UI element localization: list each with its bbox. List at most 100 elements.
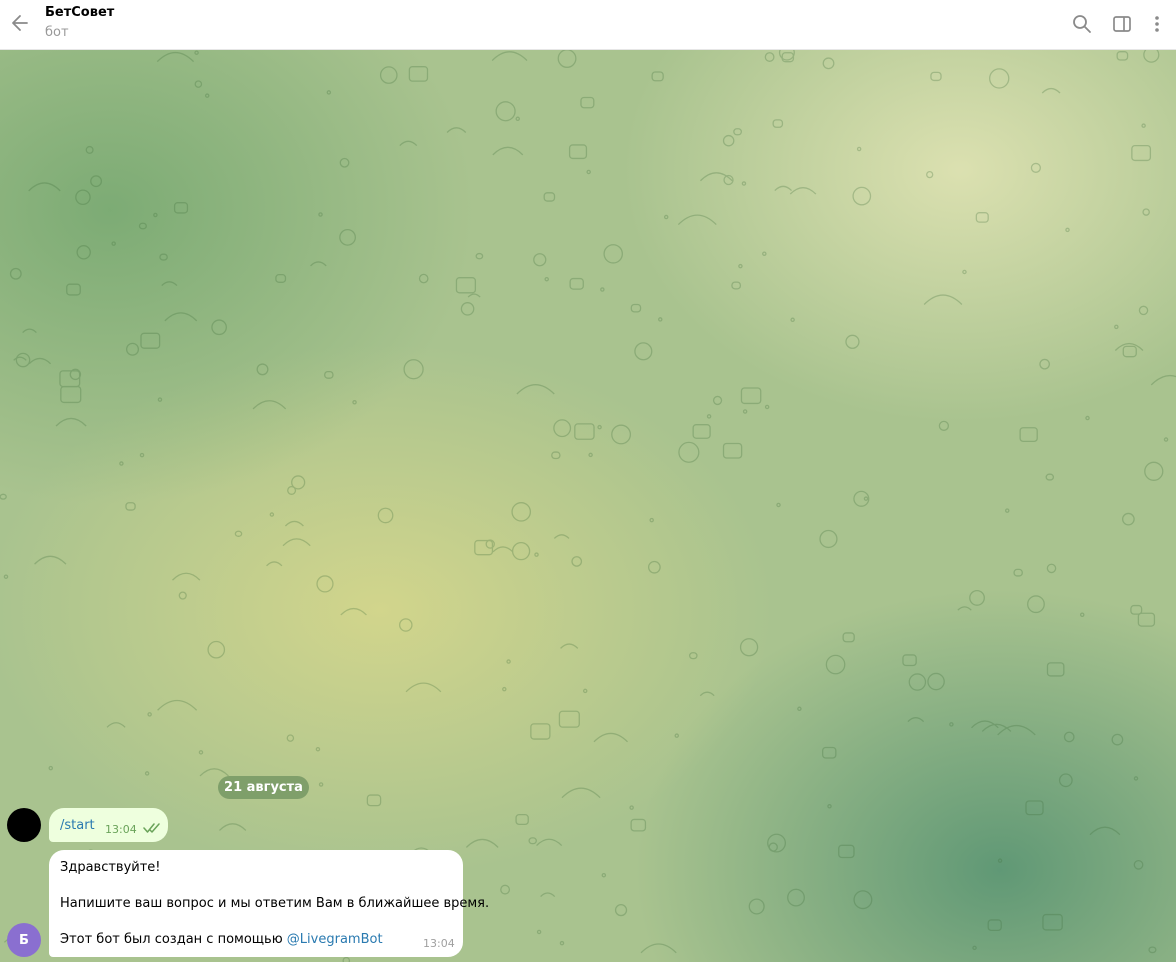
wallpaper-doodle — [266, 561, 283, 567]
wallpaper-doodle — [600, 287, 605, 292]
wallpaper-doodle — [551, 451, 561, 460]
wallpaper-doodle — [593, 732, 628, 743]
wallpaper-doodle — [586, 169, 591, 175]
chat-subtitle: бот — [45, 25, 69, 40]
wallpaper-doodle — [962, 269, 967, 275]
incoming-message-bubble[interactable]: Здравствуйте! Напишите ваш вопрос и мы о… — [49, 850, 489, 957]
wallpaper-doodle — [1089, 826, 1121, 836]
wallpaper-doodle — [989, 68, 1010, 89]
wallpaper-doodle — [234, 530, 243, 537]
wallpaper-doodle — [647, 560, 661, 574]
wallpaper-doodle — [540, 892, 556, 898]
wallpaper-doodle — [629, 805, 634, 810]
chat-message-area[interactable]: 21 августа /start 13:04 Б Здравствуйте! … — [0, 50, 1176, 962]
wallpaper-doodle — [923, 294, 963, 305]
outgoing-message-text[interactable]: /start — [60, 818, 95, 833]
wallpaper-doodle — [157, 397, 163, 402]
wallpaper-doodle — [856, 146, 862, 152]
wallpaper-doodle — [138, 222, 147, 230]
wallpaper-doodle — [1143, 50, 1160, 63]
wallpaper-doodle — [1137, 612, 1156, 627]
wallpaper-doodle — [997, 724, 1036, 736]
wallpaper-doodle — [1131, 144, 1152, 162]
wallpaper-doodle — [972, 945, 977, 951]
double-check-icon — [143, 823, 160, 833]
wallpaper-doodle — [536, 838, 563, 847]
wallpaper-doodle — [339, 157, 350, 168]
wallpaper-doodle — [516, 384, 555, 395]
chat-title-block[interactable]: БетСовет бот — [45, 5, 114, 41]
wallpaper-doodle — [1042, 913, 1063, 931]
wallpaper-doodle — [544, 276, 549, 282]
wallpaper-doodle — [207, 640, 226, 659]
wallpaper-doodle — [819, 529, 838, 549]
wallpaper-doodle — [560, 643, 579, 649]
wallpaper-doodle — [491, 51, 528, 61]
wallpaper-doodle — [569, 277, 584, 290]
wallpaper-doodle — [194, 80, 203, 88]
wallpaper-doodle — [275, 274, 287, 283]
wallpaper-doodle — [762, 251, 767, 256]
wallpaper-doodle — [731, 281, 742, 290]
livegram-bot-link[interactable]: @LivegramBot — [287, 932, 383, 947]
wallpaper-doodle — [1133, 859, 1144, 870]
more-menu-button[interactable] — [1144, 11, 1170, 37]
wallpaper-doodle — [125, 342, 140, 356]
wallpaper-doodle — [597, 424, 602, 430]
wallpaper-doodle — [588, 452, 593, 458]
wallpaper-doodle — [1039, 358, 1051, 370]
wallpaper-doodle — [22, 328, 37, 334]
wallpaper-doodle — [553, 419, 572, 438]
wallpaper-doodle — [1065, 227, 1070, 233]
wallpaper-doodle — [198, 750, 204, 755]
back-button[interactable] — [6, 9, 34, 37]
wallpaper-doodle — [405, 682, 442, 693]
wallpaper-doodle — [949, 722, 954, 727]
wallpaper-doodle — [1025, 800, 1044, 816]
wallpaper-doodle — [326, 90, 332, 95]
wallpaper-doodle — [157, 699, 198, 711]
search-icon — [1073, 15, 1091, 33]
wallpaper-doodle — [1027, 595, 1045, 614]
wallpaper-doodle — [908, 673, 927, 691]
wallpaper-doodle — [284, 520, 304, 527]
wallpaper-doodle — [492, 146, 524, 156]
wallpaper-doodle — [28, 182, 61, 192]
wallpaper-doodle — [838, 844, 855, 859]
wallpaper-doodle — [194, 50, 199, 55]
wallpaper-doodle — [678, 441, 700, 463]
wallpaper-doodle — [981, 723, 1012, 732]
wallpaper-doodle — [677, 214, 717, 226]
wallpaper-doodle — [742, 409, 748, 414]
wallpaper-doodle — [748, 898, 765, 915]
wallpaper-doodle — [772, 119, 784, 128]
wallpaper-doodle — [76, 245, 91, 260]
wallpaper-doodle — [140, 332, 161, 349]
wallpaper-doodle — [842, 632, 855, 643]
wallpaper-doodle — [515, 116, 520, 122]
wallpaper-doodle — [774, 185, 792, 192]
wallpaper-doodle — [144, 771, 150, 776]
wallpaper-doodle — [863, 496, 869, 501]
wallpaper-doodle — [147, 712, 152, 717]
wallpaper-doodle — [1013, 568, 1023, 577]
wallpaper-doodle — [1111, 733, 1124, 746]
user-avatar[interactable] — [7, 808, 41, 842]
bot-avatar[interactable]: Б — [7, 923, 41, 957]
sidebar-toggle-button[interactable] — [1109, 11, 1135, 37]
wallpaper-doodle — [75, 189, 91, 206]
wallpaper-doodle — [852, 186, 872, 206]
wallpaper-doodle — [139, 452, 145, 458]
wallpaper-doodle — [1122, 345, 1137, 358]
wallpaper-doodle — [339, 228, 356, 246]
more-vertical-icon — [1155, 16, 1159, 32]
wallpaper-doodle — [0, 493, 7, 500]
wallpaper-doodle — [902, 654, 917, 667]
sidebar-toggle-icon — [1113, 16, 1131, 32]
wallpaper-doodle — [1063, 731, 1075, 743]
incoming-message-text: Этот бот был создан с помощью — [60, 932, 287, 947]
wallpaper-doodle — [199, 768, 229, 777]
outgoing-message-bubble[interactable]: /start 13:04 — [49, 808, 168, 842]
wallpaper-doodle — [316, 575, 334, 593]
search-button[interactable] — [1069, 11, 1095, 37]
